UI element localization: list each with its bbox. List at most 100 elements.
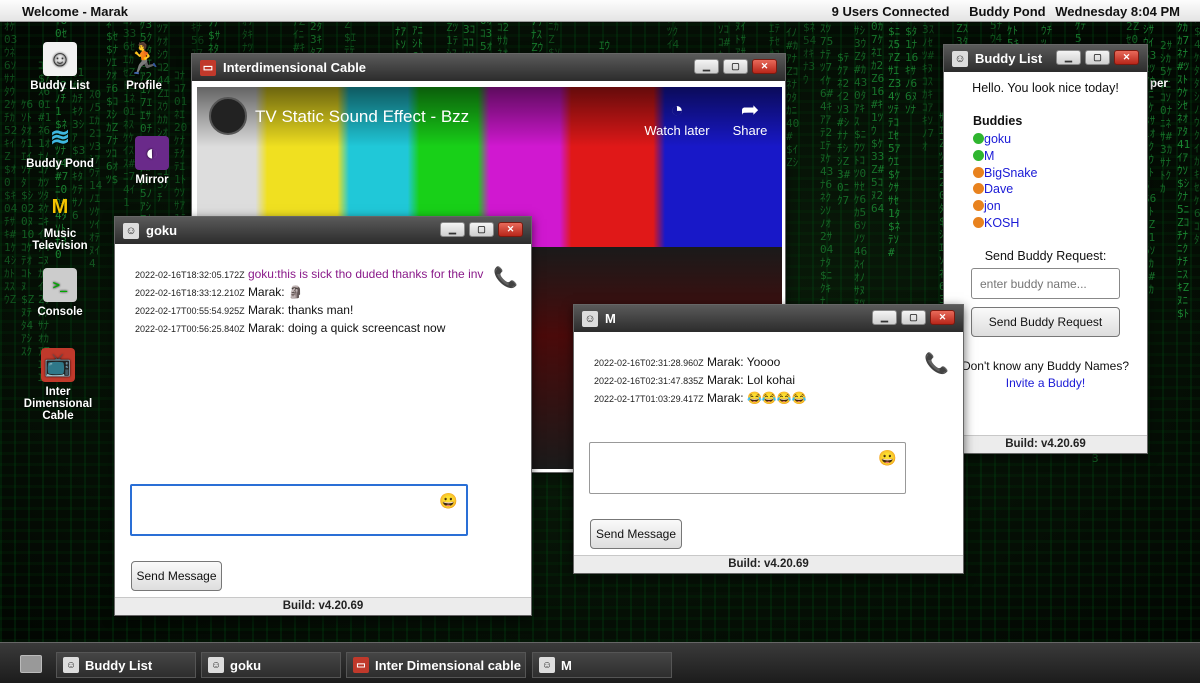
maximize-button[interactable]: ▢ [1085,50,1110,65]
app-name: Buddy Pond [969,4,1046,19]
matrix-glyph-column: ｲﾉ#ｶｱﾅZｺﾈﾅｳﾀｶﾆ40#$ｲZｼ [786,26,800,169]
buddy-name-input[interactable] [971,268,1120,299]
chat-message: 2022-02-17T01:03:29.417Z Marak: 😂😂😂😂 [594,391,807,405]
message-input[interactable]: 😀 [130,484,468,536]
buddy-list: goku M BigSnake Dave jon KOSH [973,131,1038,232]
clock: Wednesday 8:04 PM [1055,4,1180,19]
desktop-icon-music-television[interactable]: M Music Television [15,190,105,253]
chat-message: 2022-02-17T00:55:54.925Z Marak: thanks m… [135,303,354,317]
desktop-icon-interdimensional-cable[interactable]: 📺 Inter Dimensional Cable [13,348,103,422]
top-status: 9 Users Connected Buddy Pond Wednesday 8… [816,4,1180,19]
dont-know-text: Don't know any Buddy Names? [961,359,1130,373]
buddy-item[interactable]: goku [973,131,1038,148]
chat-message: 2022-02-16T18:33:12.210Z Marak: 🗿 [135,285,303,299]
buddy-item[interactable]: BigSnake [973,165,1038,182]
matrix-glyph-column: ｷ$303ﾇ$ｶﾄｷｻﾀ3ｽﾉｾﾂ#ｷﾇｺｽｶｷｺｱｷｿﾉ7ｵ [922,22,935,153]
desktop-icon-console[interactable]: >_ Console [15,268,105,318]
phone-icon[interactable]: 📞 [493,265,518,290]
taskbar-item-m[interactable]: ☺ M [532,652,672,678]
clock-icon: ◔ [670,97,684,122]
maximize-button[interactable]: ▢ [901,310,926,325]
matrix-glyph-column: ｱ0ﾀ25ﾀｾ$ｽｵｱｸｶｶ7ﾈﾅ#ﾂｽﾄｳｹｼｾﾈｵｱﾀ41ｲｱｳｿ$ｼｸﾅ5… [1177,22,1191,320]
buddy-item[interactable]: KOSH [973,215,1038,232]
away-status-icon [973,200,984,212]
close-button[interactable]: ✕ [752,59,777,74]
minimize-button[interactable]: ▁ [1056,50,1081,65]
buddy-list-icon: ☺ [952,50,968,67]
matrix-glyph-column: ｴ0ｾ5ﾁ$ﾅ45ｹｾﾀｺﾀ7ｼﾃﾉﾇｳﾉｸｳｲﾇｶﾂｷﾃｾ7ｹｿ6ｳｺ2ﾀ [1194,22,1200,246]
share-button[interactable]: ➦ Share [725,97,775,138]
desktop-icon-buddy-pond[interactable]: ≋ Buddy Pond [15,120,105,171]
chat-message: 2022-02-16T02:31:28.960Z Marak: Yoooo [594,355,781,369]
close-button[interactable]: ✕ [498,222,523,237]
video-title[interactable]: TV Static Sound Effect - Bzz [255,107,469,127]
build-version: Build: v4.20.69 [944,435,1147,453]
m-titlebar[interactable]: ☺ M ▁ ▢ ✕ [574,305,963,332]
cable-window-titlebar[interactable]: ▭ Interdimensional Cable ▁ ▢ ✕ [192,54,785,81]
invite-buddy-link[interactable]: Invite a Buddy! [944,376,1147,390]
buddy-list-window: ☺ Buddy List ▁ ▢ ✕ Hello. You look nice … [943,44,1148,454]
top-menu-bar: Welcome - Marak 9 Users Connected Buddy … [0,0,1200,22]
buddy-icon: ☺ [123,222,139,239]
buddy-icon: ☺ [539,657,555,673]
start-menu-button[interactable] [20,655,42,673]
goku-titlebar[interactable]: ☺ goku ▁ ▢ ✕ [115,217,531,244]
close-button[interactable]: ✕ [930,310,955,325]
buddy-icon: ☺ [582,310,598,327]
mtv-icon: M [51,195,69,218]
watch-later-button[interactable]: ◔ Watch later [637,97,717,138]
buddy-item[interactable]: M [973,148,1038,165]
desktop-icon-mirror[interactable]: ◐ Mirror [107,136,197,186]
minimize-button[interactable]: ▁ [440,222,465,237]
matrix-glyph-column: 2ｻｼｶ5ｹｼﾆｺｿ0ﾅﾆﾈｻ#3ｶｻﾅﾄｸｶ [1160,39,1173,195]
tv-icon: ▭ [200,59,216,76]
close-button[interactable]: ✕ [1114,50,1139,65]
send-message-button[interactable]: Send Message [131,561,222,591]
buddy-item[interactable]: Dave [973,181,1038,198]
share-icon: ➦ [740,97,760,122]
phone-icon[interactable]: 📞 [924,351,949,376]
send-buddy-request-button[interactable]: Send Buddy Request [971,307,1120,337]
users-connected[interactable]: 9 Users Connected [832,4,950,19]
maximize-button[interactable]: ▢ [469,222,494,237]
chat-message: 2022-02-16T18:32:05.172Z goku:this is si… [135,267,484,281]
minimize-button[interactable]: ▁ [872,310,897,325]
matrix-glyph-column: 2ﾄｸｼZｵ0ｶ7ｹﾈｴｶ2Z616#ｷ1ﾂｳ$ｹ33Z#5ｺﾇ264 [871,22,885,215]
matrix-glyph-column: 7ｲｵﾂ$ﾆｽ5ｱZｻｴZ34ﾂﾂﾃﾃｺｴｾ5ｱｳｴ$ｹｸｻｻｾ1ﾀ$ﾈﾃｿ# [888,22,902,259]
buddy-list-titlebar[interactable]: ☺ Buddy List ▁ ▢ ✕ [944,45,1147,72]
online-status-icon [973,133,984,144]
taskbar-item-goku[interactable]: ☺ goku [201,652,341,678]
channel-avatar[interactable] [209,97,247,135]
buddy-request-label: Send Buddy Request: [984,249,1107,263]
matrix-glyph-column: $ｽｽﾂ75ﾅﾃﾂ7ｲｹ6#4ｷｱｱﾃ2ｴﾃﾇｹ43ﾅ6ﾈｸｼｿﾉｵ2ｻ04ﾅﾀ… [820,22,834,308]
send-message-button[interactable]: Send Message [590,519,682,549]
away-status-icon [973,216,984,228]
taskbar-item-buddy-list[interactable]: ☺ Buddy List [56,652,196,678]
matrix-glyph-column: ﾉZ3ｱﾅｸｴｵ27ｽﾅ$ﾈ54ｵｷﾅ3ｳ [803,22,817,86]
build-version: Build: v4.20.69 [115,597,531,615]
matrix-glyph-column: $ﾃｸｱﾈ2ｲ2ｿ3#ｼﾅﾅﾁｼｼZ3#0ﾆｸ7 [837,51,851,207]
taskbar: ☺ Buddy List ☺ goku ▭ Inter Dimensional … [0,642,1200,683]
chat-log: 2022-02-16T02:31:28.960Z Marak: Yoooo 20… [594,354,914,408]
away-status-icon [973,183,984,195]
desktop-icon-buddy-list[interactable]: ☺ Buddy List [15,42,105,92]
chat-window-goku: ☺ goku ▁ ▢ ✕ 📞 2022-02-16T18:32:05.172Z … [114,216,532,616]
build-version: Build: v4.20.69 [574,555,963,573]
desktop-icon-profile[interactable]: 🏃 Profile [99,42,189,93]
pond-icon: ≋ [49,123,71,151]
minimize-button[interactable]: ▁ [694,59,719,74]
chat-message: 2022-02-16T02:31:47.835Z Marak: Lol koha… [594,373,795,387]
maximize-button[interactable]: ▢ [723,59,748,74]
chat-message: 2022-02-17T00:56:25.840Z Marak: doing a … [135,321,446,335]
emoji-picker-icon[interactable]: 😀 [439,492,458,510]
buddy-icon: ☺ [208,657,224,673]
away-status-icon [973,166,984,178]
taskbar-item-interdimensional-cable[interactable]: ▭ Inter Dimensional cable [346,652,526,678]
buddy-item[interactable]: jon [973,198,1038,215]
message-input[interactable]: 😀 [589,442,906,494]
console-icon: >_ [43,268,77,302]
buddies-heading: Buddies [973,114,1023,128]
emoji-picker-icon[interactable]: 😀 [878,449,897,467]
partial-desktop-label[interactable]: per [1150,78,1168,90]
chat-window-m: ☺ M ▁ ▢ ✕ 📞 2022-02-16T02:31:28.960Z Mar… [573,304,964,574]
